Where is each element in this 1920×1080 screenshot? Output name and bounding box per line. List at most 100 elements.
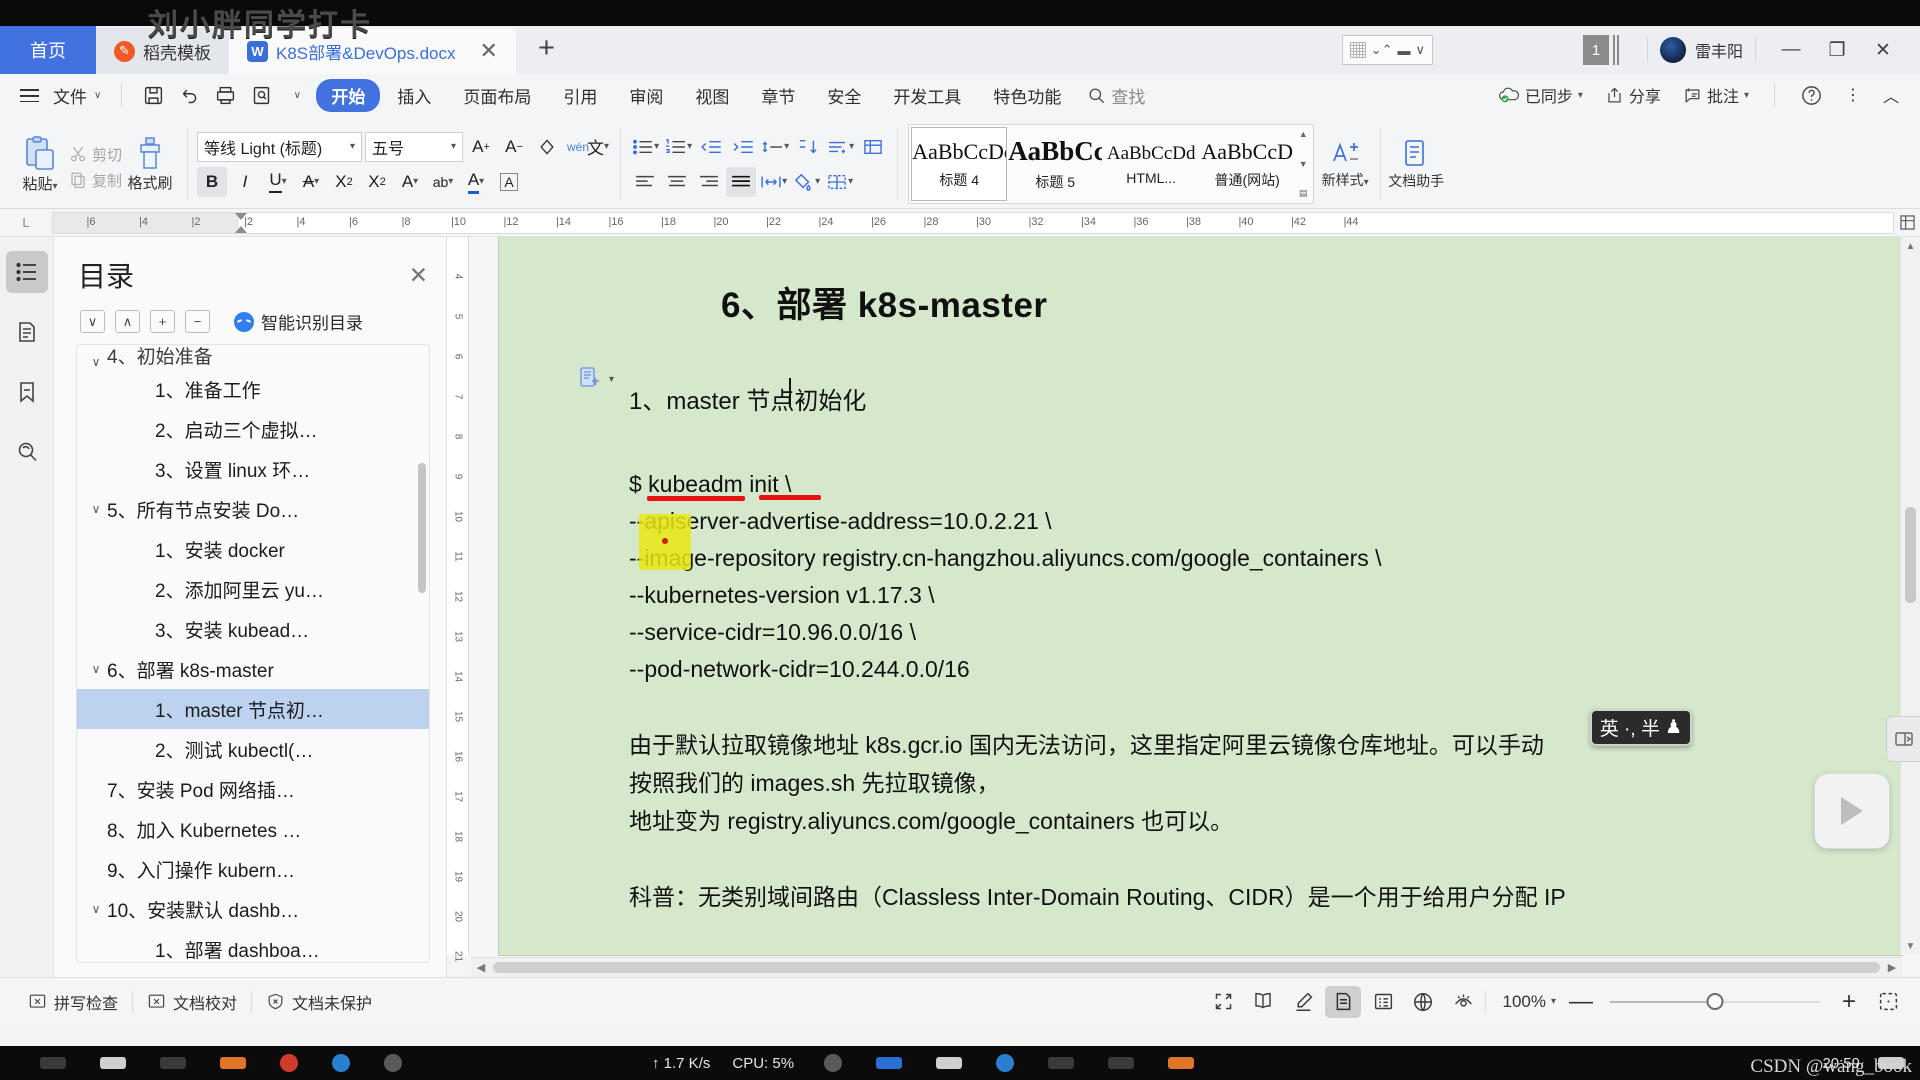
- shading-button[interactable]: ▾: [791, 167, 822, 197]
- fit-page-icon[interactable]: [1870, 986, 1906, 1018]
- tab-insert[interactable]: 插入: [382, 79, 446, 112]
- style-card-heading4[interactable]: AaBbCcDd 标题 4: [911, 127, 1008, 201]
- document-protection-button[interactable]: 文档未保护: [252, 990, 386, 1014]
- scroll-up-icon[interactable]: ▲: [1901, 237, 1920, 255]
- scroll-left-icon[interactable]: ◀: [471, 961, 491, 974]
- new-tab-button[interactable]: +: [516, 33, 577, 67]
- close-window-button[interactable]: ✕: [1860, 26, 1906, 74]
- close-icon[interactable]: ✕: [480, 40, 498, 62]
- comment-button[interactable]: 批注 ▾: [1674, 80, 1758, 110]
- collapse-ribbon-button[interactable]: ︿: [1874, 80, 1908, 110]
- bookmark-icon[interactable]: [6, 371, 48, 413]
- edit-mode-icon[interactable]: [1285, 986, 1321, 1018]
- tab-start[interactable]: 开始: [316, 78, 381, 112]
- taskbar-network-status[interactable]: ↑ 1.7 K/s CPU: 5%: [652, 1055, 794, 1072]
- scroll-right-icon[interactable]: ▶: [1882, 961, 1902, 974]
- taskbar-app-icon[interactable]: [1108, 1057, 1135, 1069]
- chevron-up-icon[interactable]: ▲: [1295, 129, 1311, 140]
- chevron-down-icon[interactable]: ∨: [85, 902, 107, 916]
- taskbar-app-icon[interactable]: [824, 1054, 843, 1072]
- spellcheck-button[interactable]: 拼写检查: [14, 990, 132, 1014]
- document-page[interactable]: 6、部署 k8s-master ▾ 1、master 节点初始化 $ kubea…: [499, 237, 1902, 955]
- strikethrough-button[interactable]: A ▾: [296, 167, 326, 197]
- toc-item[interactable]: 7、安装 Pod 网络插…: [77, 769, 429, 809]
- decrease-indent-button[interactable]: [696, 132, 726, 162]
- toc-item[interactable]: 3、安装 kubead…: [77, 609, 429, 649]
- ruler-corner-label[interactable]: L: [0, 215, 52, 230]
- more-styles-icon[interactable]: ▤: [1295, 188, 1311, 199]
- zoom-knob[interactable]: [1706, 993, 1724, 1010]
- toc-item[interactable]: 2、测试 kubectl(…: [77, 729, 429, 769]
- toc-list[interactable]: ∨ 4、初始准备 1、准备工作 2、启动三个虚拟… 3、设置 linux 环… ∨ 5、所有…: [76, 344, 430, 963]
- numbered-list-button[interactable]: ▾: [663, 132, 694, 162]
- sort-button[interactable]: [793, 132, 823, 162]
- show-marks-button[interactable]: [858, 132, 888, 162]
- print-preview-icon[interactable]: [244, 80, 278, 110]
- tab-security[interactable]: 安全: [812, 79, 876, 112]
- paste-button[interactable]: 粘贴▾: [11, 134, 69, 194]
- highlight-color-button[interactable]: ab ▾: [428, 167, 458, 197]
- share-button[interactable]: 分享: [1596, 80, 1670, 110]
- zoom-in-button[interactable]: +: [1832, 987, 1866, 1017]
- new-style-button[interactable]: 新样式▾: [1314, 120, 1376, 208]
- close-icon[interactable]: ✕: [409, 262, 428, 289]
- ime-status-badge[interactable]: 英 ·, 半 ♟: [1589, 709, 1692, 746]
- collapse-down-icon[interactable]: ∨: [80, 310, 105, 333]
- vscroll-thumb[interactable]: [1905, 507, 1916, 603]
- more-quick-icon[interactable]: ∨: [280, 80, 314, 110]
- align-right-button[interactable]: [694, 167, 724, 197]
- taskbar-app-icon[interactable]: [332, 1054, 350, 1072]
- more-options-button[interactable]: ⋮: [1836, 82, 1870, 108]
- print-icon[interactable]: [208, 80, 242, 110]
- left-indent-marker[interactable]: [235, 225, 247, 233]
- taskbar-app-icon[interactable]: [220, 1057, 246, 1069]
- avatar[interactable]: [1659, 37, 1686, 63]
- toc-item[interactable]: ∨ 4、初始准备: [77, 347, 429, 369]
- chevron-down-icon[interactable]: ∨: [85, 355, 107, 369]
- toc-item[interactable]: 3、设置 linux 环…: [77, 449, 429, 489]
- style-card-heading5[interactable]: AaBbCc 标题 5: [1007, 127, 1103, 201]
- book-view-icon[interactable]: [1245, 986, 1281, 1018]
- justify-button[interactable]: [726, 166, 757, 197]
- toc-item[interactable]: 1、部署 dashboa…: [77, 929, 429, 962]
- paragraph-handle[interactable]: ▾: [579, 367, 614, 391]
- find-replace-icon[interactable]: [6, 431, 48, 473]
- copy-button[interactable]: 复制: [69, 170, 122, 191]
- horizontal-scrollbar[interactable]: ◀ ▶: [471, 957, 1902, 977]
- tab-dev-tools[interactable]: 开发工具: [878, 79, 976, 112]
- vertical-scrollbar[interactable]: ▲ ▼: [1900, 237, 1920, 955]
- toc-item[interactable]: ∨ 6、部署 k8s-master: [77, 649, 429, 689]
- tab-home[interactable]: 首页: [0, 26, 96, 74]
- chevron-down-icon[interactable]: ▼: [1295, 159, 1311, 170]
- shrink-font-button[interactable]: A −: [499, 132, 529, 162]
- toc-item[interactable]: 1、准备工作: [77, 369, 429, 409]
- save-icon[interactable]: [136, 80, 170, 110]
- help-button[interactable]: [1791, 81, 1832, 110]
- toc-scrollbar-thumb[interactable]: [418, 463, 426, 593]
- tab-page-layout[interactable]: 页面布局: [448, 79, 546, 112]
- font-name-select[interactable]: 等线 Light (标题) ▾: [197, 131, 363, 162]
- floating-player-widget[interactable]: [1814, 773, 1890, 849]
- taskbar-app-icon[interactable]: [100, 1057, 126, 1069]
- zoom-out-button[interactable]: —: [1564, 987, 1598, 1017]
- file-menu-button[interactable]: 文件 ∨: [14, 83, 107, 108]
- toc-item[interactable]: 9、入门操作 kubern…: [77, 849, 429, 889]
- sync-status-button[interactable]: 已同步 ▾: [1489, 80, 1592, 110]
- character-border-button[interactable]: A: [494, 167, 524, 197]
- bold-button[interactable]: B: [197, 166, 228, 197]
- window-arrange-control[interactable]: ⌄⌃ ▬ ∨: [1341, 35, 1433, 65]
- grow-font-button[interactable]: A +: [466, 132, 496, 162]
- fullscreen-icon[interactable]: [1205, 986, 1241, 1018]
- cut-button[interactable]: 剪切: [69, 144, 122, 165]
- taskbar-app-icon[interactable]: [876, 1057, 903, 1069]
- ruler-toggle-icon[interactable]: [1894, 215, 1920, 230]
- outline-icon[interactable]: [5, 251, 48, 293]
- chevron-down-icon[interactable]: ∨: [85, 502, 107, 516]
- style-card-html[interactable]: AaBbCcDd HTML...: [1103, 127, 1199, 201]
- tab-section[interactable]: 章节: [746, 79, 810, 112]
- toc-item[interactable]: 1、安装 docker: [77, 529, 429, 569]
- format-brush-button[interactable]: 格式刷: [122, 136, 178, 193]
- taskbar-app-icon[interactable]: [1168, 1057, 1195, 1069]
- taskbar-app-icon[interactable]: [280, 1054, 298, 1072]
- style-card-normal-web[interactable]: AaBbCcD 普通(网站): [1199, 127, 1295, 201]
